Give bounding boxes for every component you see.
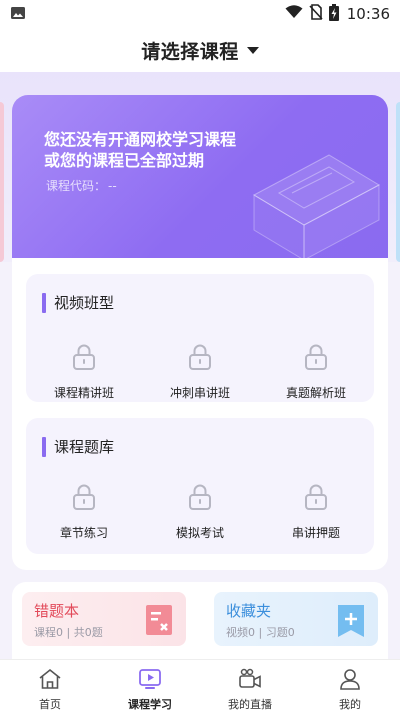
wrong-questions-title: 错题本 <box>34 602 80 620</box>
bank-item-key-questions[interactable]: 串讲押题 <box>258 484 374 541</box>
section-marker <box>42 292 46 313</box>
wrong-questions-stats: 课程0 | 共0题 <box>34 626 103 639</box>
no-sim-icon <box>309 4 323 24</box>
nav-home[interactable]: 首页 <box>0 660 100 711</box>
item-label: 串讲押题 <box>291 526 340 540</box>
home-icon <box>38 668 62 694</box>
nav-label: 首页 <box>39 698 61 711</box>
wifi-icon <box>285 5 303 23</box>
wrong-questions-card[interactable]: 错题本 课程0 | 共0题 <box>22 592 186 646</box>
battery-charging-icon <box>328 3 339 25</box>
favorites-title: 收藏夹 <box>226 602 272 620</box>
course-item-sprint[interactable]: 冲刺串讲班 <box>142 344 258 401</box>
video-class-section: 视频班型 课程精讲班 冲刺串讲班 真题解析班 <box>26 274 374 402</box>
question-bank-section: 课程题库 章节练习 模拟考试 串讲押题 <box>26 418 374 554</box>
course-item-lecture[interactable]: 课程精讲班 <box>26 344 142 401</box>
carousel-next-card <box>396 102 400 262</box>
nav-label: 我的 <box>339 698 361 711</box>
bottom-nav: 首页 课程学习 我的直播 我的 <box>0 659 400 711</box>
item-label: 课程精讲班 <box>53 386 114 400</box>
nav-label: 我的直播 <box>228 698 272 711</box>
nav-course-study[interactable]: 课程学习 <box>100 660 200 711</box>
nav-my-live[interactable]: 我的直播 <box>200 660 300 711</box>
bank-item-mock-exam[interactable]: 模拟考试 <box>142 484 258 541</box>
course-banner: 您还没有开通网校学习课程 或您的课程已全部过期 课程代码： -- <box>12 95 388 270</box>
wrong-note-icon <box>146 605 172 639</box>
item-label: 冲刺串讲班 <box>169 386 230 400</box>
lock-icon <box>304 484 328 514</box>
nav-label: 课程学习 <box>128 698 172 711</box>
lock-icon <box>72 484 96 514</box>
course-code: 课程代码： -- <box>44 177 117 194</box>
play-icon <box>138 668 162 694</box>
section-marker <box>42 436 46 457</box>
section-title: 视频班型 <box>42 292 114 313</box>
books-illustration-icon <box>234 135 384 269</box>
favorites-card[interactable]: 收藏夹 视频0 | 习题0 <box>214 592 378 646</box>
section-title: 课程题库 <box>42 436 114 457</box>
course-content-card: 视频班型 课程精讲班 冲刺串讲班 真题解析班 课程题库 章节练习 模拟考试 串讲… <box>12 258 388 570</box>
lock-icon <box>188 484 212 514</box>
tools-panel: 错题本 课程0 | 共0题 收藏夹 视频0 | 习题0 <box>12 582 388 662</box>
status-bar: 10:36 <box>0 0 400 28</box>
user-icon <box>338 668 362 694</box>
nav-profile[interactable]: 我的 <box>300 660 400 711</box>
section-title-text: 视频班型 <box>54 294 115 312</box>
lock-icon <box>72 344 96 374</box>
clock: 10:36 <box>346 5 390 23</box>
item-label: 真题解析班 <box>285 386 346 400</box>
item-label: 模拟考试 <box>175 526 224 540</box>
video-camera-icon <box>238 668 262 694</box>
image-icon <box>10 5 26 24</box>
course-selector[interactable]: 请选择课程 <box>0 28 400 72</box>
carousel-prev-card <box>0 102 4 262</box>
bookmark-add-icon <box>338 605 364 641</box>
favorites-stats: 视频0 | 习题0 <box>226 626 295 639</box>
lock-icon <box>188 344 212 374</box>
lock-icon <box>304 344 328 374</box>
item-label: 章节练习 <box>59 526 108 540</box>
chevron-down-icon <box>246 46 259 54</box>
section-title-text: 课程题库 <box>54 438 115 456</box>
course-item-exam-analysis[interactable]: 真题解析班 <box>258 344 374 401</box>
page-title: 请选择课程 <box>141 40 239 63</box>
course-code-value: -- <box>108 179 117 193</box>
course-code-label: 课程代码： <box>46 179 107 193</box>
bank-item-chapter-practice[interactable]: 章节练习 <box>26 484 142 541</box>
